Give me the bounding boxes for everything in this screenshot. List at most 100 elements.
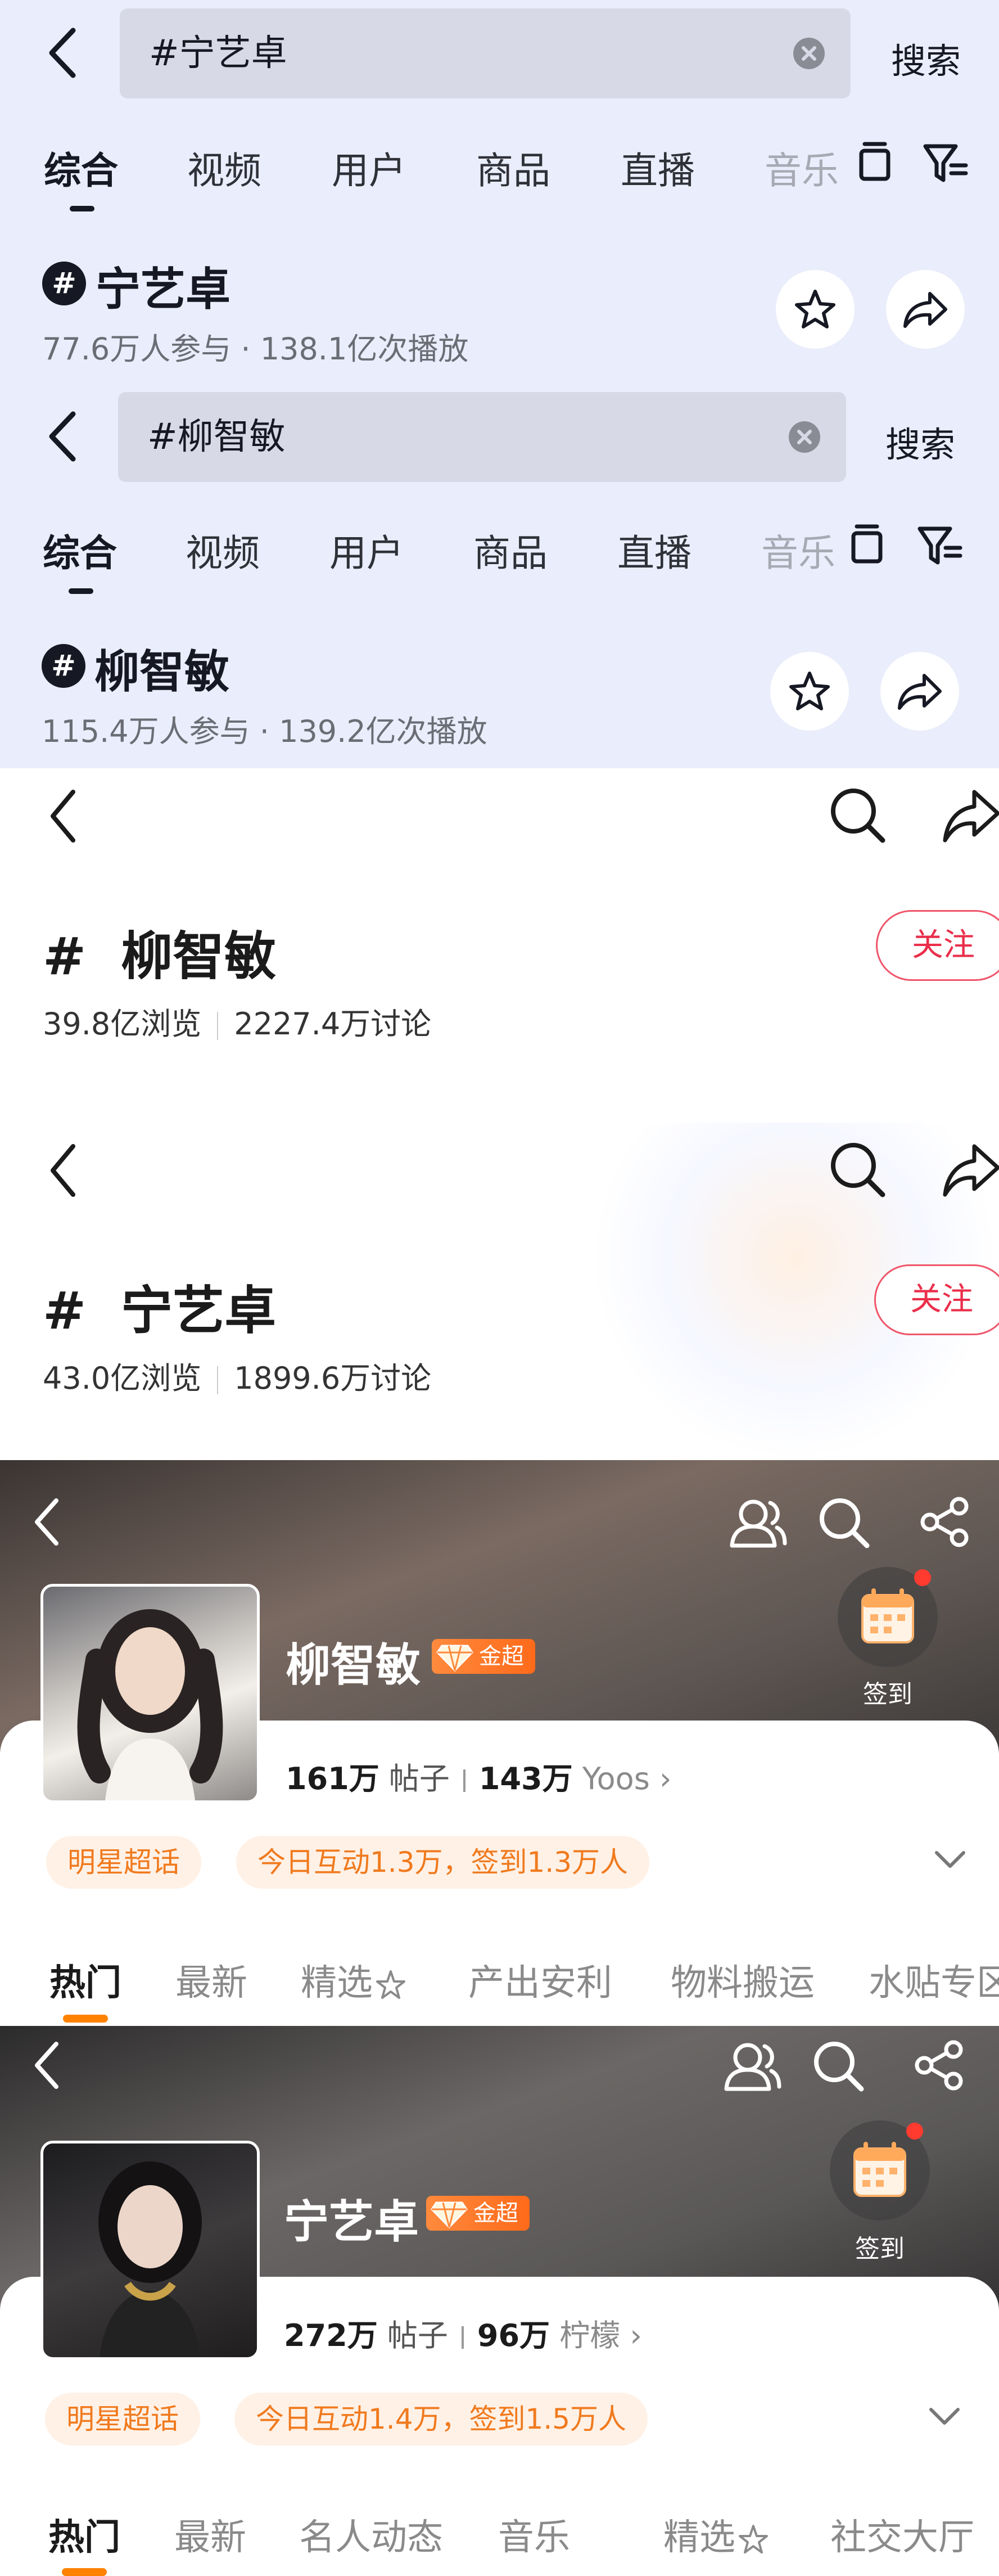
notification-dot	[906, 2123, 923, 2140]
filter-icon[interactable]	[922, 141, 969, 186]
tab-video[interactable]: 视频	[186, 523, 260, 577]
follow-button[interactable]: 关注	[874, 1264, 999, 1335]
tab-indicator	[70, 206, 94, 211]
share-icon[interactable]	[916, 1494, 973, 1550]
discussion-count: 2227.4万讨论	[234, 1006, 432, 1042]
layout-icon[interactable]	[847, 523, 887, 568]
tab-featured[interactable]: 精选	[663, 2509, 771, 2560]
fans-label[interactable]: 柠檬	[559, 2318, 620, 2353]
avatar[interactable]	[40, 1584, 260, 1803]
divider	[463, 1769, 465, 1793]
share-icon[interactable]	[911, 2037, 967, 2093]
search-icon[interactable]	[815, 1494, 871, 1550]
clear-icon[interactable]	[792, 37, 826, 70]
chevron-right-icon: ›	[649, 1761, 672, 1796]
weibo-topic-panel-liuzhimin: # 柳智敏 关注 39.8亿浏览 2227.4万讨论	[0, 768, 999, 1123]
topic-hash: #	[43, 1281, 87, 1341]
tab-live[interactable]: 直播	[621, 141, 695, 195]
clear-icon[interactable]	[788, 420, 821, 454]
topic-stats: 115.4万人参与 · 139.2亿次播放	[42, 714, 487, 749]
search-icon[interactable]	[826, 784, 888, 846]
search-input[interactable]: #柳智敏	[118, 392, 846, 482]
topic-title: # 柳智敏	[43, 915, 276, 989]
posts-label: 帖子	[388, 1761, 450, 1796]
badge-label: 金超	[473, 2200, 518, 2226]
topic-title[interactable]: 宁艺卓	[96, 253, 230, 318]
search-icon[interactable]	[826, 1138, 888, 1200]
layout-icon[interactable]	[855, 141, 895, 186]
tab-water-posts[interactable]: 水贴专区	[869, 1954, 999, 2006]
tab-users[interactable]: 用户	[332, 141, 406, 195]
tab-music[interactable]: 音乐	[498, 2509, 570, 2560]
tag-star-supertopic[interactable]: 明星超话	[45, 2393, 200, 2446]
tab-materials[interactable]: 物料搬运	[671, 1954, 815, 2006]
tab-users[interactable]: 用户	[329, 523, 404, 577]
share-button[interactable]	[886, 270, 965, 349]
back-icon[interactable]	[28, 2037, 67, 2093]
filter-icon[interactable]	[916, 523, 964, 568]
gold-badge: 金超	[432, 1639, 535, 1674]
checkin-label: 签到	[863, 1680, 912, 1709]
topic-stats: 43.0亿浏览 1899.6万讨论	[43, 1353, 431, 1398]
search-button[interactable]: 搜索	[891, 33, 961, 83]
people-icon[interactable]	[725, 1494, 787, 1550]
supertopic-name: 柳智敏	[286, 1639, 421, 1691]
tab-featured[interactable]: 精选	[301, 1954, 409, 2006]
tag-activity: 今日互动1.3万，签到1.3万人	[236, 1836, 650, 1889]
back-icon[interactable]	[45, 1140, 84, 1201]
follow-button[interactable]: 关注	[876, 910, 999, 981]
topic-hash-icon: #	[42, 262, 86, 305]
tab-recommend[interactable]: 产出安利	[468, 1954, 612, 2006]
posts-label: 帖子	[387, 2318, 448, 2353]
back-icon[interactable]	[44, 25, 83, 81]
chevron-down-icon[interactable]	[928, 2405, 961, 2428]
search-input-value: #柳智敏	[147, 416, 286, 458]
favorite-button[interactable]	[776, 270, 855, 349]
people-icon[interactable]	[720, 2037, 781, 2093]
tab-indicator	[69, 588, 93, 594]
tab-comprehensive[interactable]: 综合	[43, 523, 117, 577]
tab-featured-label: 精选	[301, 1962, 373, 2004]
tab-featured-label: 精选	[663, 2517, 735, 2559]
tab-clip: 水贴专区	[869, 1944, 999, 2006]
tab-live[interactable]: 直播	[617, 523, 691, 577]
search-button[interactable]: 搜索	[885, 416, 955, 467]
favorite-button[interactable]	[770, 652, 849, 731]
star-icon	[789, 672, 830, 710]
back-icon[interactable]	[45, 785, 84, 847]
search-input[interactable]: #宁艺卓	[120, 8, 851, 98]
tab-latest[interactable]: 最新	[174, 2509, 246, 2560]
tag-activity: 今日互动1.4万，签到1.5万人	[234, 2393, 648, 2446]
back-icon[interactable]	[28, 1494, 67, 1550]
views-count: 43.0亿浏览	[43, 1361, 202, 1396]
divider	[217, 1366, 219, 1395]
search-input-value: #宁艺卓	[149, 33, 287, 74]
posts-count: 161万	[286, 1761, 379, 1796]
tab-products[interactable]: 商品	[476, 141, 550, 195]
tab-indicator	[62, 2568, 107, 2576]
tag-star-supertopic[interactable]: 明星超话	[46, 1836, 201, 1889]
share-button[interactable]	[880, 652, 959, 731]
tab-music[interactable]: 音乐	[761, 523, 835, 577]
tab-latest[interactable]: 最新	[175, 1954, 247, 2006]
tab-music[interactable]: 音乐	[765, 141, 839, 195]
topic-title[interactable]: 柳智敏	[94, 636, 229, 701]
search-icon[interactable]	[810, 2037, 866, 2093]
tab-products[interactable]: 商品	[473, 523, 548, 577]
tab-music-clip: 音乐	[765, 129, 843, 202]
tab-comprehensive[interactable]: 综合	[44, 141, 118, 195]
tab-social-hall[interactable]: 社交大厅	[830, 2509, 974, 2560]
tab-celebrity-news[interactable]: 名人动态	[299, 2509, 443, 2560]
share-icon[interactable]	[942, 784, 999, 846]
tab-hot[interactable]: 热门	[49, 1954, 121, 2006]
back-icon[interactable]	[44, 408, 83, 465]
tab-video[interactable]: 视频	[187, 141, 261, 195]
fans-label[interactable]: Yoos	[582, 1761, 650, 1796]
avatar[interactable]	[40, 2141, 260, 2360]
tab-music-clip: 音乐	[761, 512, 840, 585]
share-icon[interactable]	[942, 1138, 999, 1200]
divider	[461, 2326, 464, 2349]
diamond-icon	[431, 2201, 468, 2229]
chevron-down-icon[interactable]	[933, 1848, 967, 1871]
tab-hot[interactable]: 热门	[48, 2509, 120, 2560]
